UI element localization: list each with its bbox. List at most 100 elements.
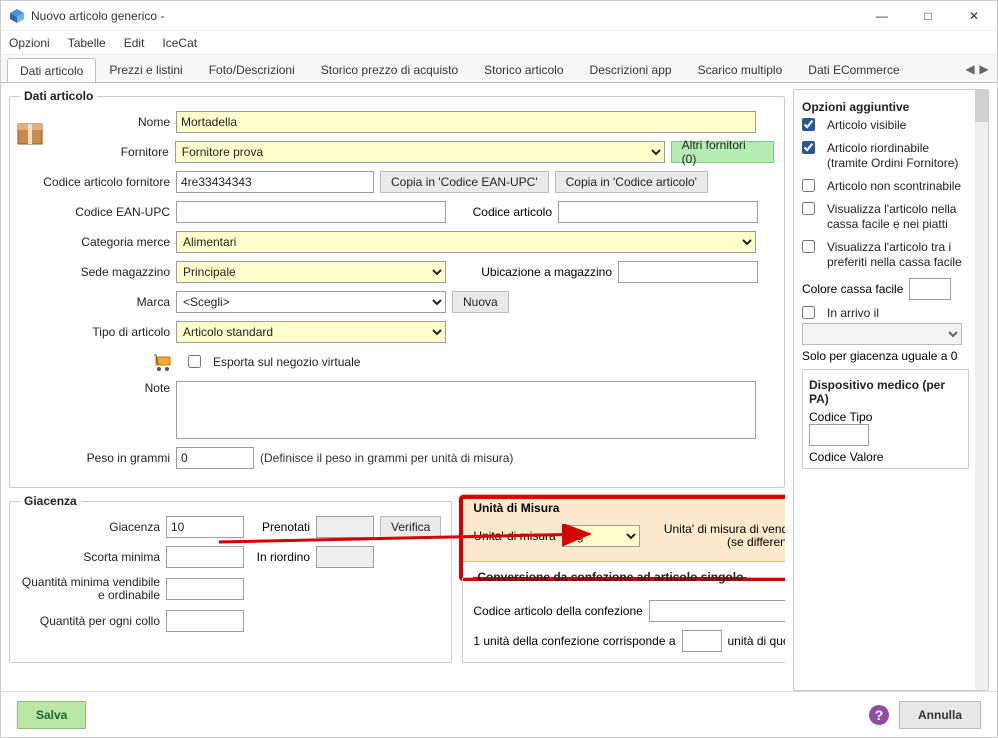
checkbox-articolo-riordinabile[interactable]: Articolo riordinabile (tramite Ordini Fo… [802,141,969,171]
footer-help-icon[interactable]: ? [869,705,889,725]
input-codice-confezione[interactable] [649,600,785,622]
select-tipo-articolo[interactable]: Articolo standard [176,321,446,343]
menu-opzioni[interactable]: Opzioni [9,36,50,50]
label-scorta-minima: Scorta minima [20,550,160,564]
input-nome[interactable] [176,111,756,133]
label-codice-articolo: Codice articolo [452,205,552,219]
window-controls: ― □ ✕ [859,1,997,30]
cart-icon [152,351,176,373]
input-qta-collo[interactable] [166,610,244,632]
select-marca[interactable]: <Scegli> [176,291,446,313]
input-giacenza[interactable] [166,516,244,538]
menu-icecat[interactable]: IceCat [162,36,197,50]
button-salva[interactable]: Salva [17,701,86,729]
label-solo-giacenza0: Solo per giacenza uguale a 0 [802,349,969,363]
checkbox-visualizza-cassa[interactable]: Visualizza l'articolo nella cassa facile… [802,202,969,232]
input-peso-grammi[interactable] [176,447,254,469]
tab-scarico-multiplo[interactable]: Scarico multiplo [685,57,796,81]
label-qta-min-vend: Quantità minima vendibile e ordinabile [20,576,160,602]
checkbox-non-scontrinabile[interactable]: Articolo non scontrinabile [802,179,969,194]
group-conversione: Conversione da confezione ad articolo si… [462,570,785,663]
checkbox-articolo-visibile[interactable]: Articolo visibile [802,118,969,133]
right-title: Opzioni aggiuntive [802,100,969,114]
tab-scroll-left[interactable]: ◀ [963,62,977,76]
group-unita-misura: Unità di Misura Unita' di misura Kg Unit… [462,494,785,562]
label-sede-magazzino: Sede magazzino [20,265,170,279]
group-giacenza-title: Giacenza [20,494,81,508]
scrollbar[interactable] [975,90,988,690]
checkbox-preferiti-cassa[interactable]: Visualizza l'articolo tra i preferiti ne… [802,240,969,270]
maximize-button[interactable]: □ [905,1,951,30]
close-button[interactable]: ✕ [951,1,997,30]
button-annulla[interactable]: Annulla [899,701,981,729]
tab-dati-ecommerce[interactable]: Dati ECommerce [795,57,912,81]
label-giacenza: Giacenza [20,520,160,534]
group-udm-title: Unità di Misura [473,501,785,515]
label-codice-art-fornitore: Codice articolo fornitore [20,175,170,189]
hint-peso-grammi: (Definisce il peso in grammi per unità d… [260,451,513,465]
minimize-button[interactable]: ― [859,1,905,30]
menu-edit[interactable]: Edit [124,36,145,50]
label-unita-questo: unità di questo articolo [728,634,786,648]
label-codice-ean: Codice EAN-UPC [20,205,170,219]
button-altri-fornitori[interactable]: Altri fornitori (0) [671,141,774,163]
label-codice-confezione: Codice articolo della confezione [473,604,642,618]
select-sede-magazzino[interactable]: Principale [176,261,446,283]
footer: Salva ? Annulla [1,691,997,737]
label-codice-tipo: Codice Tipo [809,410,962,424]
input-codice-tipo[interactable] [809,424,869,446]
tab-scroll-right[interactable]: ▶ [977,62,991,76]
label-note: Note [20,381,170,395]
select-in-arrivo-date [802,323,962,345]
label-tipo-articolo: Tipo di articolo [20,325,170,339]
input-codice-articolo[interactable] [558,201,758,223]
input-codice-art-fornitore[interactable] [176,171,374,193]
tab-dati-articolo[interactable]: Dati articolo [7,58,96,82]
tab-foto-descrizioni[interactable]: Foto/Descrizioni [196,57,308,81]
label-in-riordino: In riordino [250,550,310,564]
button-verifica[interactable]: Verifica [380,516,441,538]
textarea-note[interactable] [176,381,756,439]
group-dati-articolo-title: Dati articolo [20,89,97,103]
input-prenotati [316,516,374,538]
tab-storico-prezzo[interactable]: Storico prezzo di acquisto [308,57,471,81]
titlebar: Nuovo articolo generico - ― □ ✕ [1,1,997,31]
scrollbar-thumb[interactable] [975,90,988,122]
input-qta-min-vend[interactable] [166,578,244,600]
tab-strip: Dati articolo Prezzi e listini Foto/Desc… [1,55,997,83]
tab-descrizioni-app[interactable]: Descrizioni app [577,57,685,81]
group-giacenza: Giacenza Giacenza Prenotati Verifica Sco… [9,494,452,663]
checkbox-in-arrivo[interactable]: In arrivo il [802,306,969,321]
select-fornitore[interactable]: Fornitore prova [175,141,665,163]
input-scorta-minima[interactable] [166,546,244,568]
label-udm-vendita: Unita' di misura di vendita (se differen… [646,523,785,549]
menu-tabelle[interactable]: Tabelle [68,36,106,50]
group-conv-title: Conversione da confezione ad articolo si… [473,570,747,584]
input-corrisponde-qty[interactable] [682,630,722,652]
disp-med-title: Dispositivo medico (per PA) [809,378,962,406]
input-ubicazione[interactable] [618,261,758,283]
tab-prezzi-listini[interactable]: Prezzi e listini [96,57,195,81]
label-corrisponde-a: 1 unità della confezione corrisponde a [473,634,675,648]
label-ubicazione: Ubicazione a magazzino [452,265,612,279]
select-categoria-merce[interactable]: Alimentari [176,231,756,253]
input-colore-cassa[interactable] [909,278,951,300]
label-prenotati: Prenotati [250,520,310,534]
label-categoria-merce: Categoria merce [20,235,170,249]
app-icon [9,8,25,24]
label-qta-collo: Quantità per ogni collo [20,614,160,628]
input-in-riordino [316,546,374,568]
button-copia-codice[interactable]: Copia in 'Codice articolo' [555,171,708,193]
input-codice-ean[interactable] [176,201,446,223]
menubar: Opzioni Tabelle Edit IceCat [1,31,997,55]
button-nuova-marca[interactable]: Nuova [452,291,509,313]
label-nome: Nome [138,115,170,129]
label-udm: Unita' di misura [473,529,555,543]
tab-storico-articolo[interactable]: Storico articolo [471,57,576,81]
select-udm[interactable]: Kg [562,525,640,547]
label-peso-grammi: Peso in grammi [20,451,170,465]
button-copia-ean[interactable]: Copia in 'Codice EAN-UPC' [380,171,549,193]
panel-opzioni-aggiuntive: Opzioni aggiuntive Articolo visibile Art… [793,89,989,691]
group-dati-articolo: Dati articolo Nome Fornitore Fornitore p… [9,89,785,488]
checkbox-esporta-virtuale[interactable]: Esporta sul negozio virtuale [188,355,360,370]
